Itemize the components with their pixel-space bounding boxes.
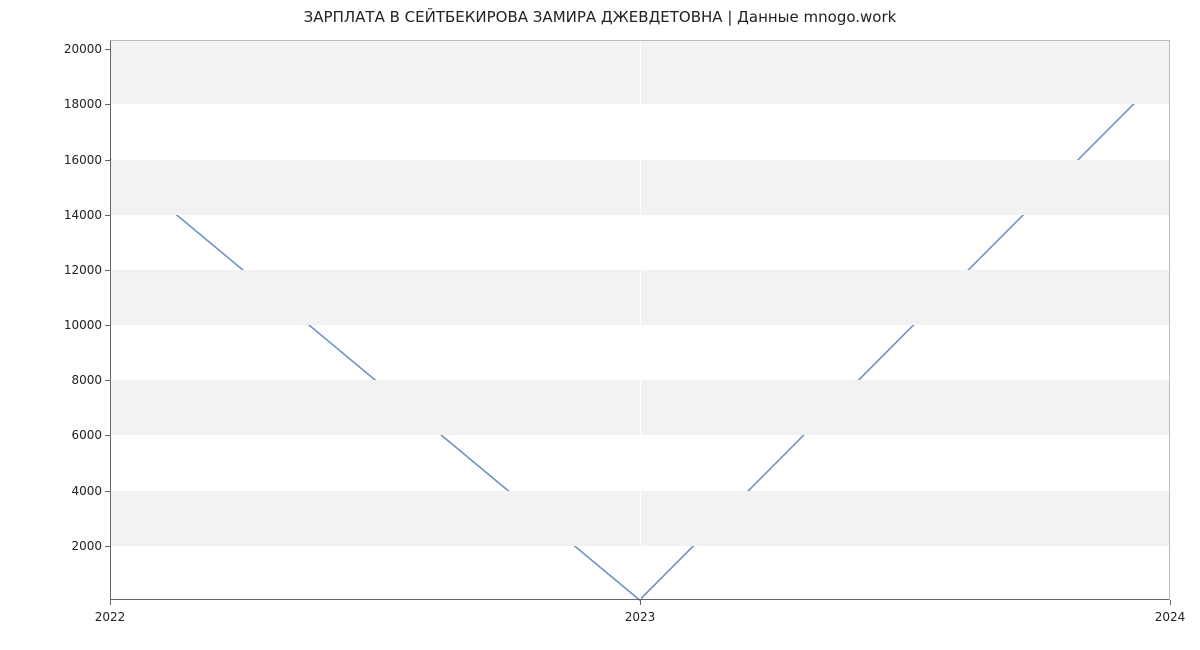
y-tick-label: 12000 <box>64 263 110 277</box>
x-tick-mark <box>110 600 111 605</box>
x-tick-mark <box>640 600 641 605</box>
y-tick-mark <box>105 325 110 326</box>
y-tick-label: 18000 <box>64 97 110 111</box>
y-tick-mark <box>105 49 110 50</box>
y-axis-line <box>110 41 111 600</box>
chart-title: ЗАРПЛАТА В СЕЙТБЕКИРОВА ЗАМИРА ДЖЕВДЕТОВ… <box>0 8 1200 26</box>
plot-area: 2000400060008000100001200014000160001800… <box>110 40 1170 600</box>
y-tick-label: 14000 <box>64 208 110 222</box>
y-tick-mark <box>105 270 110 271</box>
y-tick-mark <box>105 104 110 105</box>
grid-line-vertical <box>1170 41 1171 600</box>
grid-line-vertical <box>640 41 641 600</box>
y-tick-label: 16000 <box>64 153 110 167</box>
y-tick-mark <box>105 215 110 216</box>
y-tick-mark <box>105 160 110 161</box>
y-tick-label: 10000 <box>64 318 110 332</box>
y-tick-mark <box>105 546 110 547</box>
y-tick-mark <box>105 491 110 492</box>
y-tick-mark <box>105 380 110 381</box>
x-tick-mark <box>1170 600 1171 605</box>
y-tick-label: 20000 <box>64 42 110 56</box>
y-tick-mark <box>105 435 110 436</box>
chart-container: ЗАРПЛАТА В СЕЙТБЕКИРОВА ЗАМИРА ДЖЕВДЕТОВ… <box>0 0 1200 650</box>
